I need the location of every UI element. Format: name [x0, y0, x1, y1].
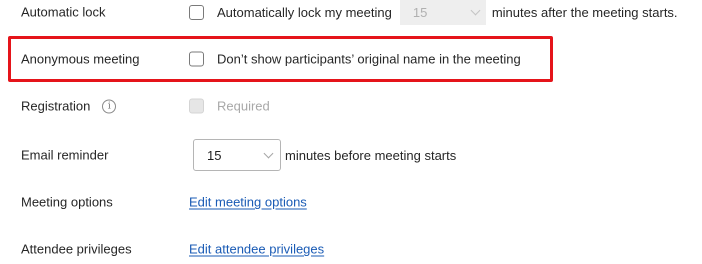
automatic-lock-after-text: minutes after the meeting starts. [491, 4, 678, 20]
anonymous-meeting-row: Anonymous meeting Don’t show participant… [0, 44, 702, 74]
meeting-options-control: Edit meeting options [189, 195, 307, 210]
email-reminder-minutes-value: 15 [207, 147, 222, 163]
automatic-lock-minutes-select[interactable]: 15 [399, 0, 486, 25]
meeting-options-row: Meeting options Edit meeting options [0, 187, 702, 217]
email-reminder-after-text: minutes before meeting starts [285, 147, 457, 163]
email-reminder-minutes-select[interactable]: 15 [193, 139, 281, 171]
edit-meeting-options-link[interactable]: Edit meeting options [189, 195, 307, 210]
chevron-down-icon [263, 148, 274, 158]
info-icon[interactable]: i [102, 99, 117, 113]
attendee-privileges-label: Attendee privileges [21, 241, 132, 257]
meeting-options-label: Meeting options [21, 194, 113, 210]
chevron-down-icon [470, 5, 481, 15]
registration-required-checkbox[interactable] [189, 98, 204, 114]
anonymous-meeting-checkbox-label: Don’t show participants’ original name i… [217, 51, 521, 67]
anonymous-meeting-label: Anonymous meeting [21, 51, 140, 67]
registration-label: Registration i [21, 99, 117, 114]
registration-row: Registration i Required [0, 91, 702, 121]
anonymous-meeting-checkbox[interactable] [189, 51, 204, 67]
automatic-lock-row: Automatic lock Automatically lock my mee… [0, 0, 702, 27]
edit-attendee-privileges-link[interactable]: Edit attendee privileges [189, 242, 324, 257]
email-reminder-label: Email reminder [21, 147, 109, 163]
attendee-privileges-row: Attendee privileges Edit attendee privil… [0, 234, 702, 264]
email-reminder-row: Email reminder 15 minutes before meeting… [0, 139, 702, 171]
registration-control: Required [189, 98, 270, 114]
anonymous-meeting-control: Don’t show participants’ original name i… [189, 51, 521, 67]
registration-required-label: Required [217, 98, 270, 114]
email-reminder-control: 15 minutes before meeting starts [193, 139, 456, 171]
attendee-privileges-control: Edit attendee privileges [189, 242, 324, 257]
automatic-lock-label: Automatic lock [21, 4, 106, 20]
automatic-lock-checkbox[interactable] [189, 4, 204, 20]
automatic-lock-control: Automatically lock my meeting 15 minutes… [189, 0, 678, 25]
automatic-lock-minutes-value: 15 [412, 4, 428, 20]
automatic-lock-checkbox-label: Automatically lock my meeting [217, 4, 392, 20]
